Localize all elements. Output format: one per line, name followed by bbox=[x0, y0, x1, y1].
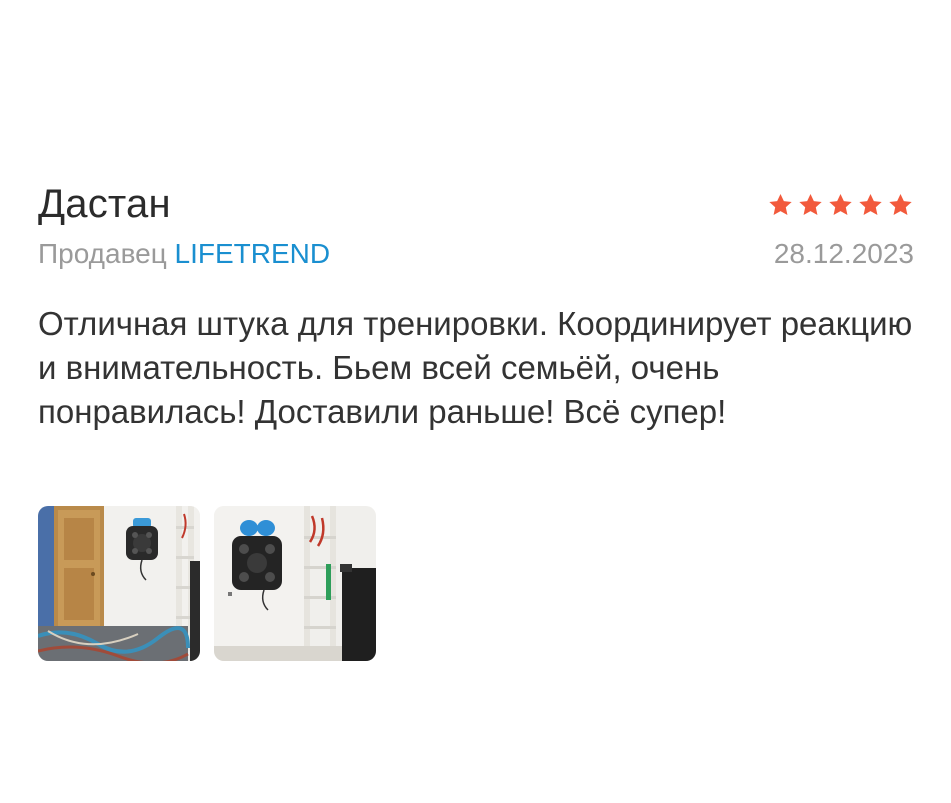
review-meta: Продавец LIFETREND 28.12.2023 bbox=[38, 234, 914, 274]
review-date: 28.12.2023 bbox=[773, 238, 914, 269]
seller-prefix: Продавец bbox=[38, 238, 167, 269]
review-card: Дастан Продавец LIFETREND 28.12.2023 Отл… bbox=[38, 178, 914, 434]
review-photos bbox=[38, 506, 376, 661]
review-text: Отличная штука для тренировки. Координир… bbox=[38, 305, 913, 430]
star-icon bbox=[829, 193, 852, 215]
star-icon bbox=[889, 193, 912, 215]
star-icon bbox=[799, 193, 822, 215]
star-icon bbox=[769, 193, 792, 215]
seller-link[interactable]: LIFETREND bbox=[175, 238, 331, 269]
rating-stars bbox=[767, 192, 914, 218]
review-author: Дастан bbox=[38, 182, 171, 226]
star-icon bbox=[859, 193, 882, 215]
review-photo-2[interactable] bbox=[214, 506, 376, 661]
review-header: Дастан bbox=[38, 178, 914, 230]
review-photo-1[interactable] bbox=[38, 506, 200, 661]
seller-line: Продавец LIFETREND bbox=[38, 234, 330, 274]
